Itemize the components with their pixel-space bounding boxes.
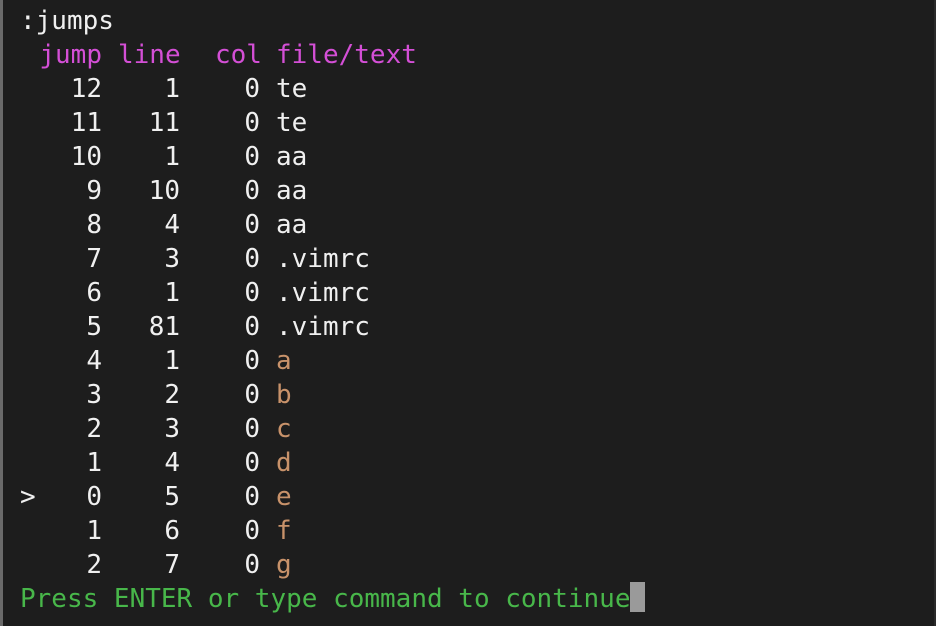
jump-number: 3 — [86, 380, 102, 410]
jump-number: 8 — [86, 210, 102, 240]
jump-number: 1 — [86, 448, 102, 478]
jump-number: 7 — [86, 244, 102, 274]
command-line: :jumps — [20, 6, 114, 36]
header-jump: jump — [39, 40, 102, 70]
column-number: 0 — [244, 176, 260, 206]
file-text: e — [276, 482, 292, 512]
jump-number: 2 — [86, 550, 102, 580]
current-jump-marker: > — [20, 482, 36, 512]
jump-row: 1 6 0f — [20, 514, 645, 548]
window-left-border — [0, 0, 3, 626]
column-number: 0 — [244, 278, 260, 308]
line-number: 6 — [164, 516, 180, 546]
jump-number: 2 — [86, 414, 102, 444]
jump-number: 9 — [86, 176, 102, 206]
file-text: aa — [276, 142, 308, 172]
jump-row: 2 7 0g — [20, 548, 645, 582]
column-number: 0 — [244, 550, 260, 580]
line-number: 1 — [164, 74, 180, 104]
file-text: c — [276, 414, 292, 444]
jump-row: 11 11 0 te — [20, 106, 645, 140]
file-text: .vimrc — [276, 244, 370, 274]
line-number: 10 — [148, 176, 180, 206]
jump-number: 6 — [86, 278, 102, 308]
line-number: 1 — [164, 278, 180, 308]
line-number: 5 — [164, 482, 180, 512]
line-number: 3 — [164, 244, 180, 274]
file-text: te — [276, 108, 308, 138]
jump-number: 10 — [70, 142, 102, 172]
jump-row: 9 10 0 aa — [20, 174, 645, 208]
line-number: 7 — [164, 550, 180, 580]
column-number: 0 — [244, 108, 260, 138]
column-number: 0 — [244, 244, 260, 274]
line-number: 1 — [164, 346, 180, 376]
column-number: 0 — [244, 142, 260, 172]
file-text: te — [276, 74, 308, 104]
file-text: aa — [276, 210, 308, 240]
jump-row: 10 1 0 aa — [20, 140, 645, 174]
jump-row: 7 3 0 .vimrc — [20, 242, 645, 276]
column-number: 0 — [244, 516, 260, 546]
column-number: 0 — [244, 380, 260, 410]
jump-number: 0 — [86, 482, 102, 512]
line-number: 11 — [148, 108, 180, 138]
column-number: 0 — [244, 414, 260, 444]
jump-row: >0 5 0 e — [20, 480, 645, 514]
header-col: col — [215, 40, 262, 70]
jump-row: 12 1 0 te — [20, 72, 645, 106]
column-number: 0 — [244, 482, 260, 512]
column-number: 0 — [244, 312, 260, 342]
line-number: 3 — [164, 414, 180, 444]
line-number: 4 — [164, 210, 180, 240]
jump-row: 2 3 0c — [20, 412, 645, 446]
jump-row: 6 1 0 .vimrc — [20, 276, 645, 310]
jump-row: 8 4 0 aa — [20, 208, 645, 242]
line-number: 81 — [148, 312, 180, 342]
column-number: 0 — [244, 448, 260, 478]
jump-row: 1 4 0d — [20, 446, 645, 480]
prompt-text: Press ENTER or type command to continue — [20, 584, 631, 614]
jump-row: 4 1 0a — [20, 344, 645, 378]
jump-number: 4 — [86, 346, 102, 376]
jumps-table-body: 12 1 0 te 11 11 0 te 10 1 0 aa 9 10 0 aa 8 4 0 aa 7 3 0 .vimrc 6… — [20, 72, 645, 582]
file-text: f — [276, 516, 292, 546]
file-text: aa — [276, 176, 308, 206]
header-file-text: file/text — [276, 40, 417, 70]
hit-enter-prompt: Press ENTER or type command to continue — [20, 582, 646, 616]
line-number: 4 — [164, 448, 180, 478]
file-text: .vimrc — [276, 278, 370, 308]
line-number: 1 — [164, 142, 180, 172]
jump-number: 12 — [70, 74, 102, 104]
column-number: 0 — [244, 346, 260, 376]
text-cursor — [630, 582, 646, 612]
header-line: line — [118, 40, 181, 70]
line-number: 2 — [164, 380, 180, 410]
jump-number: 1 — [86, 516, 102, 546]
file-text: a — [276, 346, 292, 376]
jump-row: 5 81 0 .vimrc — [20, 310, 645, 344]
file-text: .vimrc — [276, 312, 370, 342]
column-number: 0 — [244, 74, 260, 104]
jump-number: 11 — [70, 108, 102, 138]
jump-number: 5 — [86, 312, 102, 342]
file-text: b — [276, 380, 292, 410]
jump-row: 3 2 0b — [20, 378, 645, 412]
column-number: 0 — [244, 210, 260, 240]
file-text: g — [276, 550, 292, 580]
jumps-table-header: jump line col file/text — [20, 38, 645, 72]
file-text: d — [276, 448, 292, 478]
terminal-screen[interactable]: :jumps jump line col file/text 12 1 0 te 11 1… — [20, 4, 646, 616]
